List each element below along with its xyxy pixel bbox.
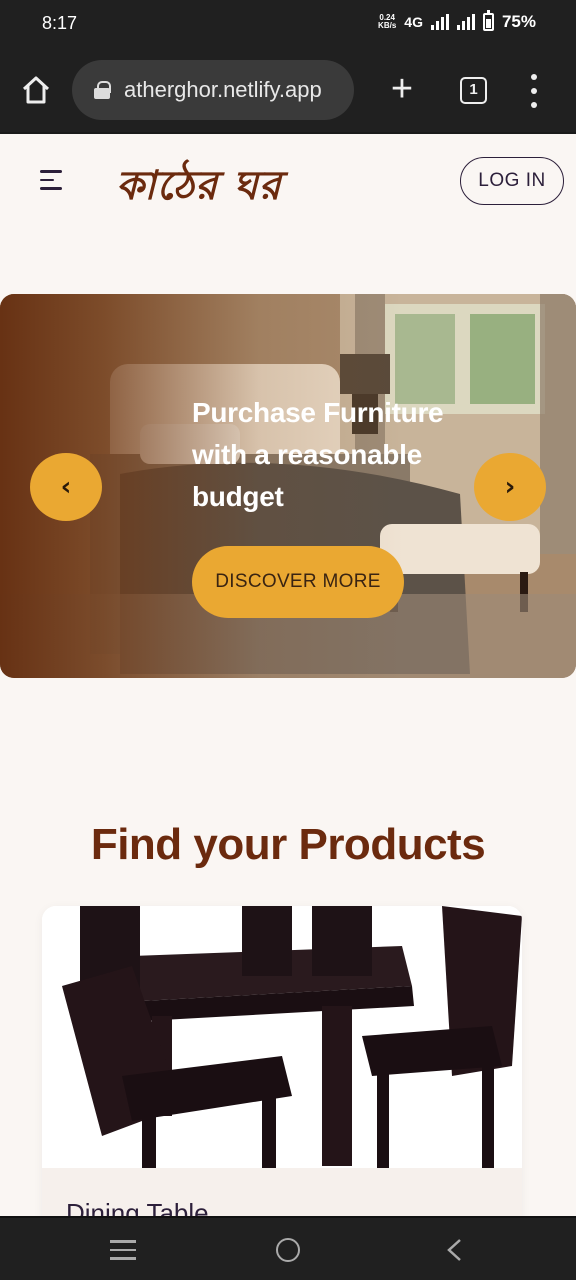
hero-slider: Purchase Furniture with a reasonable bud… [0,294,576,678]
net-speed-indicator: 0.24 KB/s [378,14,396,30]
products-section-title: Find your Products [90,820,486,869]
status-bar: 8:17 0.24 KB/s 4G 75% [0,0,576,50]
battery-percent: 75% [501,12,536,31]
hero-title: Purchase Furniture with a reasonable bud… [192,397,444,512]
site-header: কাঠের ঘর LOG IN [0,134,576,234]
signal-icon [430,14,449,30]
status-icons: 0.24 KB/s 4G 75% [378,10,536,32]
more-options-icon[interactable] [522,74,546,108]
lock-icon [94,81,111,99]
slider-next-button[interactable]: › [474,453,546,521]
slider-prev-button[interactable]: ‹ [30,453,102,521]
login-button[interactable]: LOG IN [460,157,564,205]
battery-icon [482,10,494,31]
net-speed-unit: KB/s [378,21,397,30]
hamburger-menu-icon[interactable] [40,170,66,192]
discover-more-button[interactable]: DISCOVER MORE [192,546,404,618]
site-logo[interactable]: কাঠের ঘর [116,154,282,221]
url-text: atherghor.netlify.app [124,77,322,102]
product-card[interactable]: Dining Table [42,906,522,1236]
system-navigation-bar [0,1216,576,1280]
product-image [42,906,522,1168]
new-tab-icon[interactable]: + [386,70,418,108]
signal-icon-2 [456,14,475,30]
status-time: 8:17 [42,13,78,33]
tab-switcher-button[interactable]: 1 [460,77,487,104]
back-icon[interactable] [444,1238,464,1262]
browser-toolbar: atherghor.netlify.app + 1 [0,50,576,132]
home-icon[interactable] [18,72,54,108]
recent-apps-icon[interactable] [110,1240,136,1260]
network-type: 4G [404,14,423,30]
home-circle-icon[interactable] [276,1238,300,1262]
address-bar[interactable]: atherghor.netlify.app [72,60,354,120]
